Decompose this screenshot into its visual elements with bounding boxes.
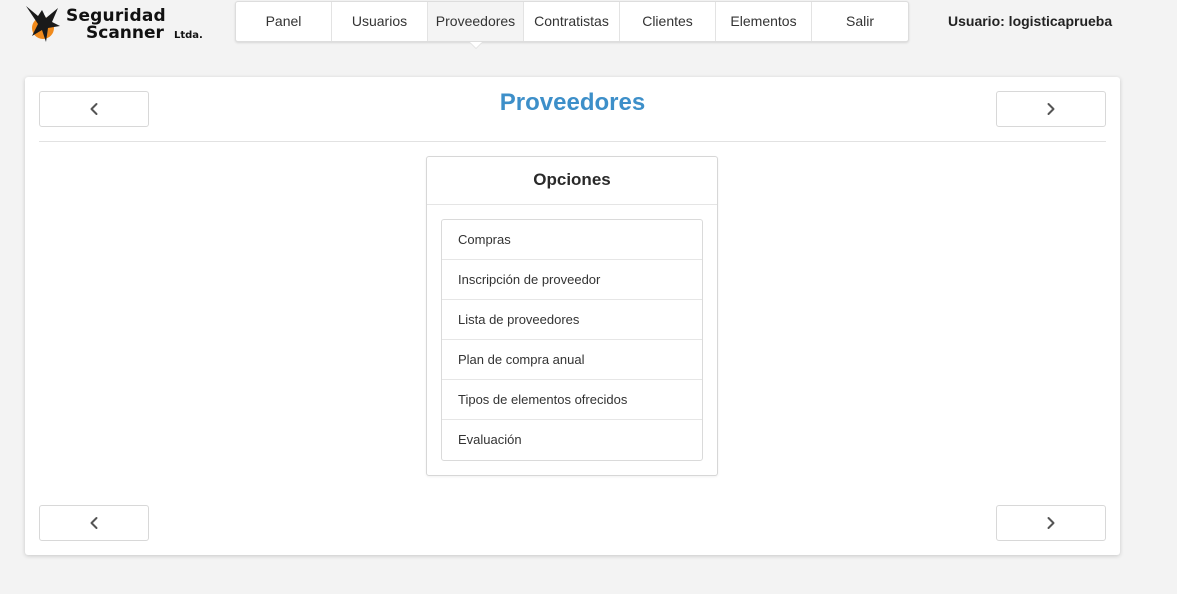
options-heading: Opciones	[427, 157, 717, 205]
prev-button-bottom[interactable]	[39, 505, 149, 541]
option-compras[interactable]: Compras	[442, 220, 702, 260]
main-card: Proveedores Opciones Compras Inscripción…	[25, 77, 1120, 555]
nav-item-proveedores[interactable]: Proveedores	[428, 2, 524, 41]
main-nav: Panel Usuarios Proveedores Contratistas …	[235, 1, 909, 42]
chevron-right-icon	[1047, 103, 1055, 115]
option-plan-compra-anual[interactable]: Plan de compra anual	[442, 340, 702, 380]
top-bar: Seguridad Scanner Ltda. Panel Usuarios P…	[0, 0, 1177, 50]
nav-item-clientes[interactable]: Clientes	[620, 2, 716, 41]
options-panel: Opciones Compras Inscripción de proveedo…	[426, 156, 718, 476]
next-button-bottom[interactable]	[996, 505, 1106, 541]
nav-item-usuarios[interactable]: Usuarios	[332, 2, 428, 41]
header-divider	[39, 141, 1106, 142]
nav-item-salir[interactable]: Salir	[812, 2, 908, 41]
option-inscripcion-proveedor[interactable]: Inscripción de proveedor	[442, 260, 702, 300]
current-user-label: Usuario: logisticaprueba	[948, 13, 1113, 29]
eagle-logo-icon	[26, 6, 60, 42]
next-button-top[interactable]	[996, 91, 1106, 127]
options-list: Compras Inscripción de proveedor Lista d…	[441, 219, 703, 461]
chevron-right-icon	[1047, 517, 1055, 529]
chevron-left-icon	[90, 517, 98, 529]
option-lista-proveedores[interactable]: Lista de proveedores	[442, 300, 702, 340]
nav-item-contratistas[interactable]: Contratistas	[524, 2, 620, 41]
option-tipos-elementos-ofrecidos[interactable]: Tipos de elementos ofrecidos	[442, 380, 702, 420]
company-logo[interactable]: Seguridad Scanner Ltda.	[24, 2, 214, 46]
brand-name-line2: Scanner	[86, 23, 164, 43]
brand-suffix: Ltda.	[174, 30, 203, 41]
nav-item-panel[interactable]: Panel	[236, 2, 332, 41]
page-title: Proveedores	[499, 89, 646, 116]
option-evaluacion[interactable]: Evaluación	[442, 420, 702, 460]
nav-item-elementos[interactable]: Elementos	[716, 2, 812, 41]
